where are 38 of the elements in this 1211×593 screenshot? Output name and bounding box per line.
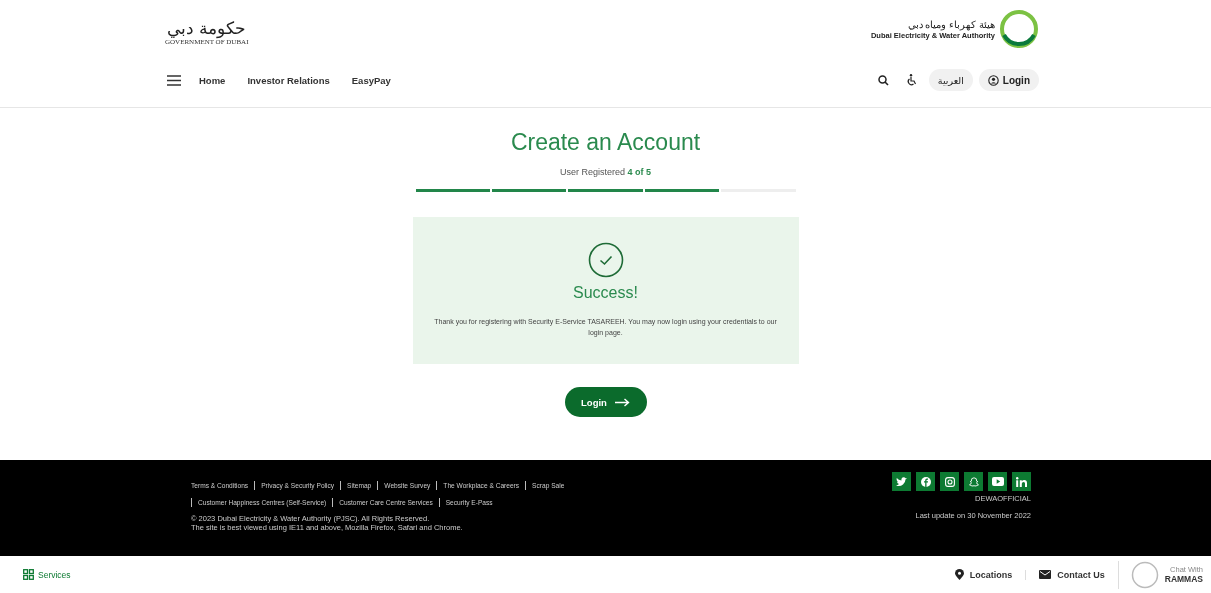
language-button[interactable]: العربية	[928, 69, 973, 91]
logo-arabic-text: حكومة دبي	[167, 18, 247, 38]
menu-icon[interactable]	[167, 74, 181, 86]
chat-name: RAMMAS	[1164, 574, 1203, 584]
social-button[interactable]	[892, 472, 911, 491]
envelope-icon	[1039, 570, 1052, 579]
logo-arabic-text: هيئة كهرباء ومياه دبي	[907, 18, 995, 31]
map-pin-icon	[954, 569, 964, 580]
login-button[interactable]: Login	[978, 69, 1039, 91]
arrow-right-icon	[614, 397, 630, 407]
ring-logo-icon	[999, 9, 1039, 49]
grid-icon	[23, 569, 34, 580]
success-heading: Success!	[573, 284, 638, 302]
services-link[interactable]: Services	[23, 569, 71, 580]
camera-icon	[944, 476, 955, 487]
facebook-icon	[920, 476, 931, 487]
bird-icon	[896, 476, 907, 487]
nav-link[interactable]: Home	[199, 74, 226, 86]
nav-link[interactable]: EasyPay	[351, 74, 391, 86]
wheelchair-icon	[906, 74, 918, 86]
user-icon	[987, 74, 999, 86]
linkedin-icon	[1016, 476, 1027, 487]
progress-label: User Registered 4 of 5	[559, 167, 651, 177]
social-button[interactable]	[988, 472, 1007, 491]
search-icon	[878, 74, 890, 86]
ghost-icon	[968, 476, 979, 487]
check-circle-icon	[587, 242, 624, 278]
social-button[interactable]	[1012, 472, 1031, 491]
login-button[interactable]: Login	[564, 387, 647, 417]
nav-link[interactable]: Investor Relations	[247, 74, 330, 86]
social-button[interactable]	[964, 472, 983, 491]
social-button[interactable]	[916, 472, 935, 491]
social-button[interactable]	[940, 472, 959, 491]
ring-avatar-icon	[1130, 560, 1159, 589]
contact-link[interactable]: Contact Us	[1025, 569, 1118, 580]
locations-link[interactable]: Locations	[941, 569, 1026, 580]
page-title: Create an Account	[510, 128, 701, 156]
play-icon	[991, 477, 1004, 486]
